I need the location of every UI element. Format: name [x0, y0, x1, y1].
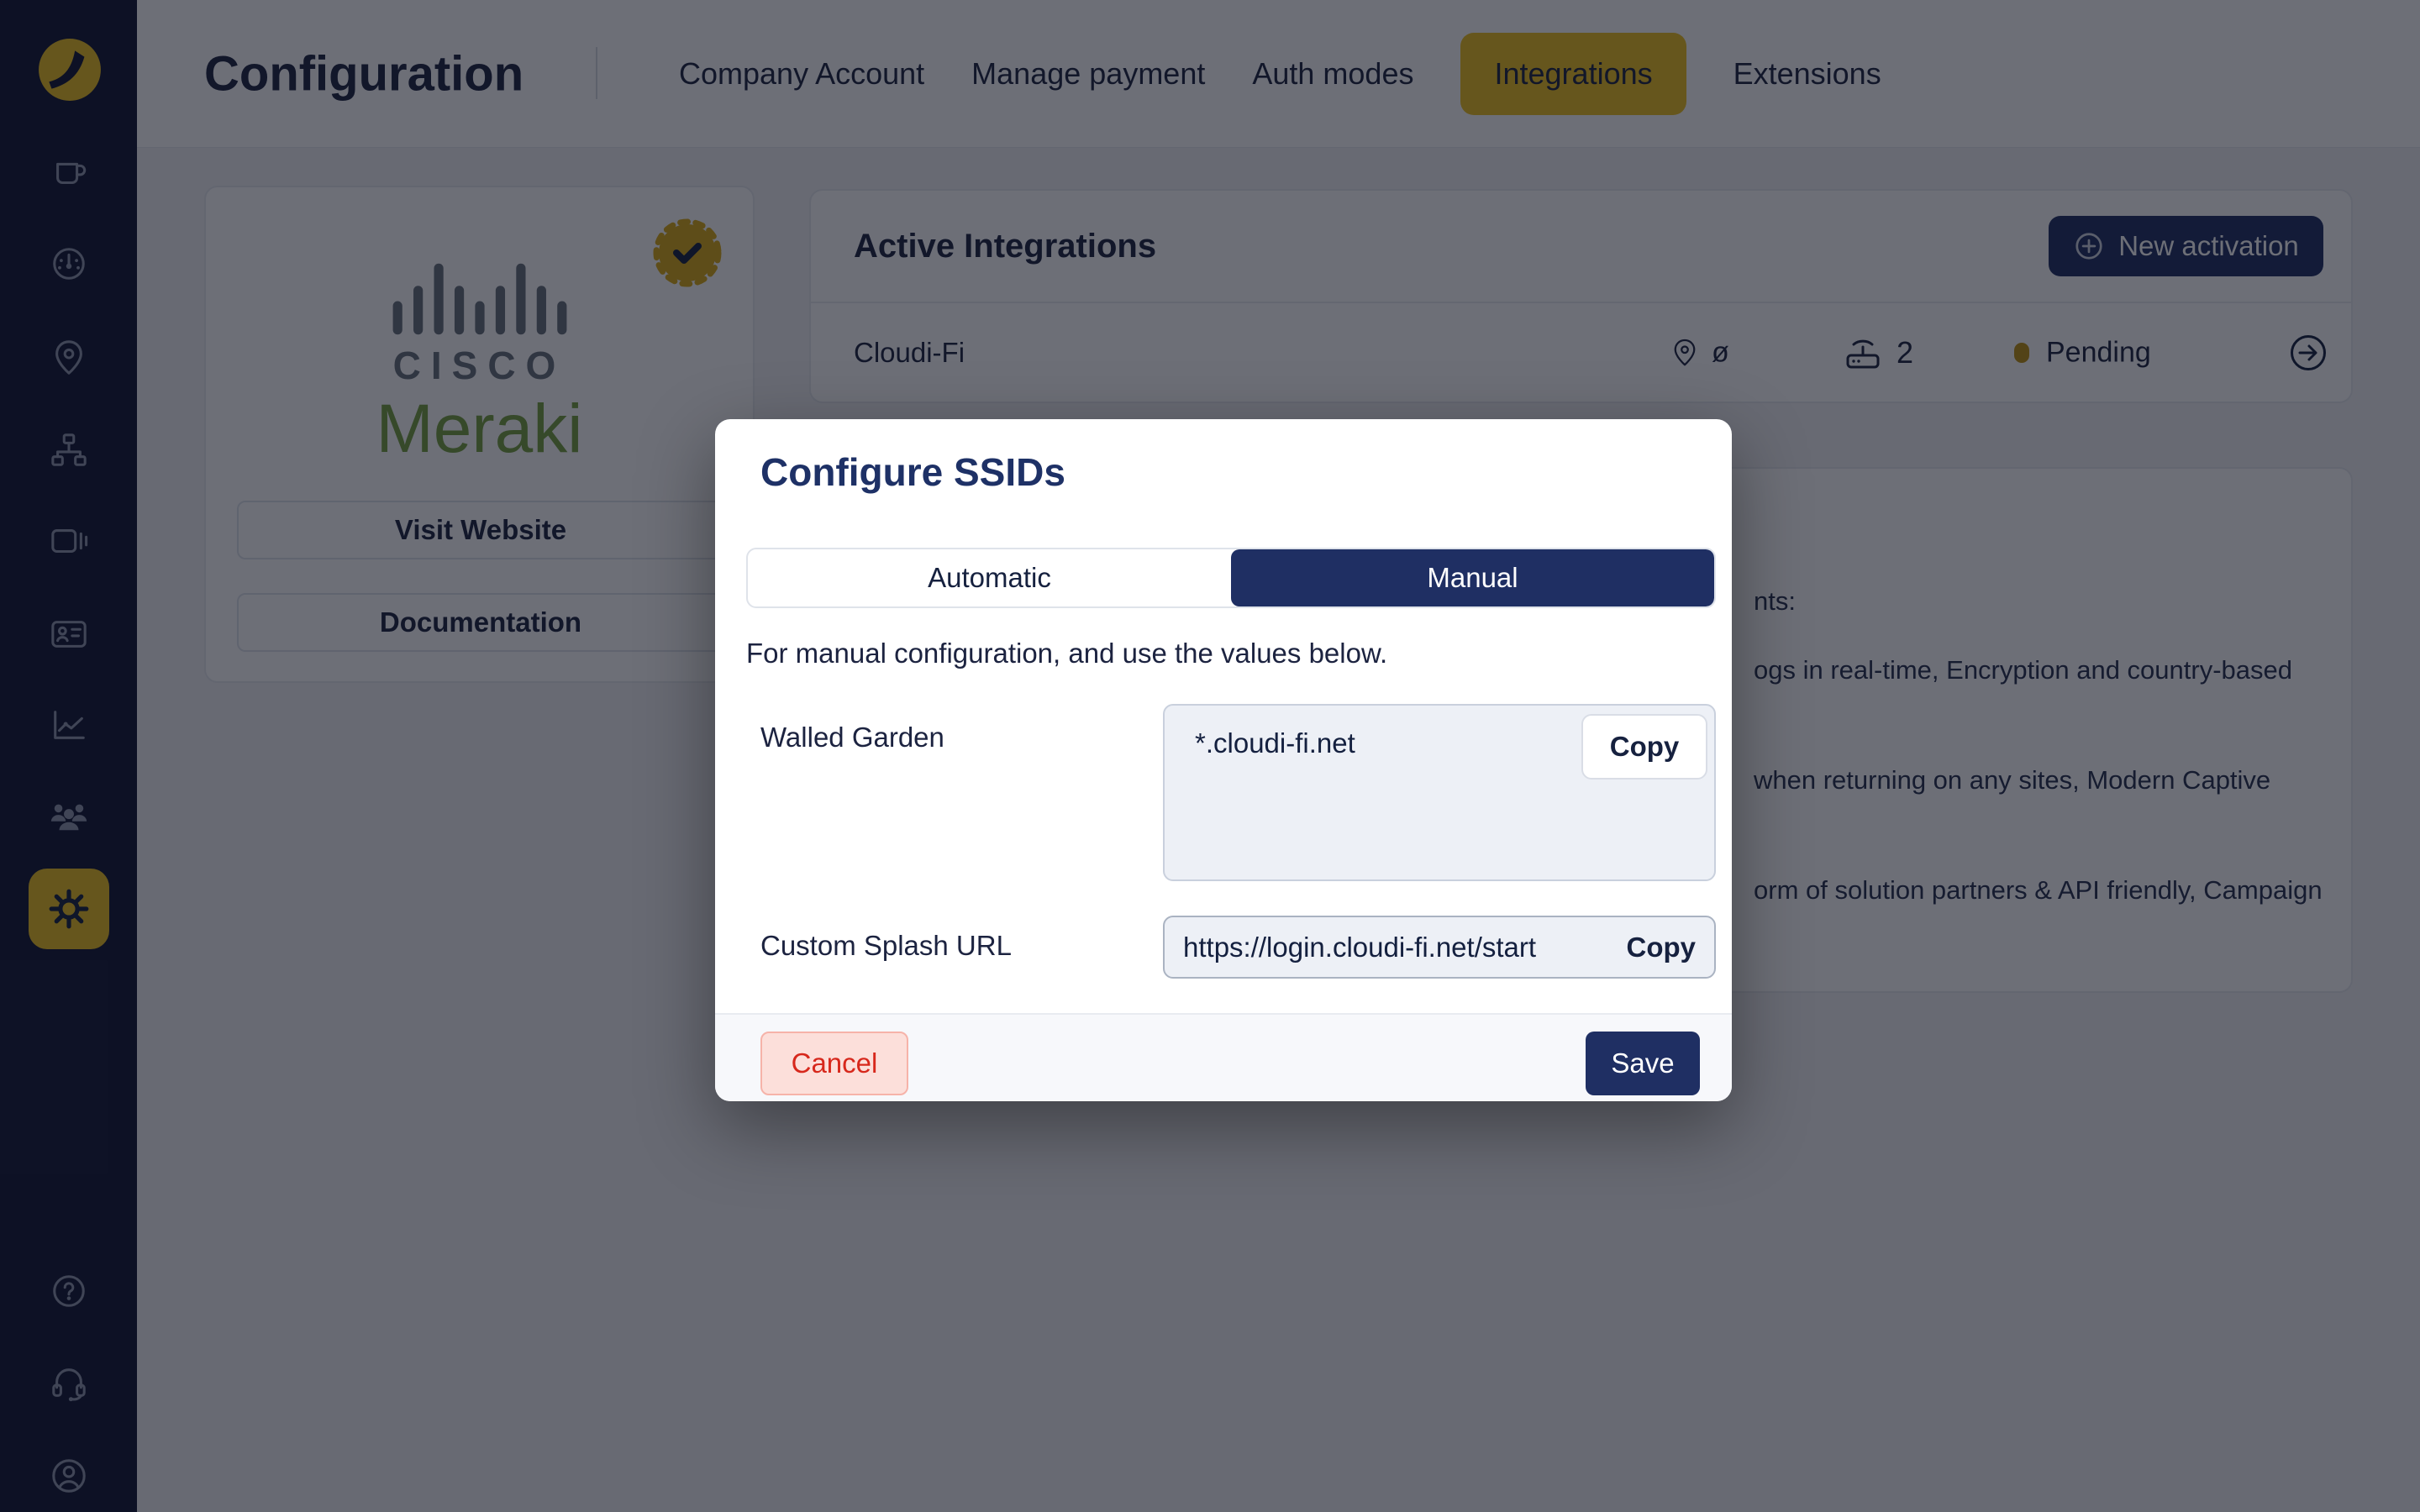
cancel-button[interactable]: Cancel: [760, 1032, 908, 1095]
save-button[interactable]: Save: [1586, 1032, 1700, 1095]
custom-splash-url-input[interactable]: https://login.cloudi-fi.net/start Copy: [1163, 916, 1716, 979]
walled-garden-textarea[interactable]: *.cloudi-fi.net Copy: [1163, 704, 1716, 881]
tab-automatic[interactable]: Automatic: [748, 549, 1231, 606]
configure-ssids-modal: Configure SSIDs Automatic Manual For man…: [715, 419, 1732, 1101]
copy-splash-url-button[interactable]: Copy: [1627, 932, 1697, 963]
modal-title: Configure SSIDs: [760, 449, 1065, 495]
walled-garden-label: Walled Garden: [760, 722, 944, 753]
copy-walled-garden-button[interactable]: Copy: [1581, 714, 1707, 780]
modal-footer: Cancel Save: [715, 1013, 1732, 1101]
custom-splash-url-label: Custom Splash URL: [760, 930, 1012, 962]
modal-description: For manual configuration, and use the va…: [746, 638, 1387, 669]
custom-splash-url-value: https://login.cloudi-fi.net/start: [1183, 932, 1610, 963]
walled-garden-value: *.cloudi-fi.net: [1195, 727, 1355, 759]
tab-manual-active[interactable]: Manual: [1231, 549, 1714, 606]
app-window: Configuration Company Account Manage pay…: [0, 0, 2420, 1512]
mode-toggle: Automatic Manual: [746, 548, 1716, 608]
